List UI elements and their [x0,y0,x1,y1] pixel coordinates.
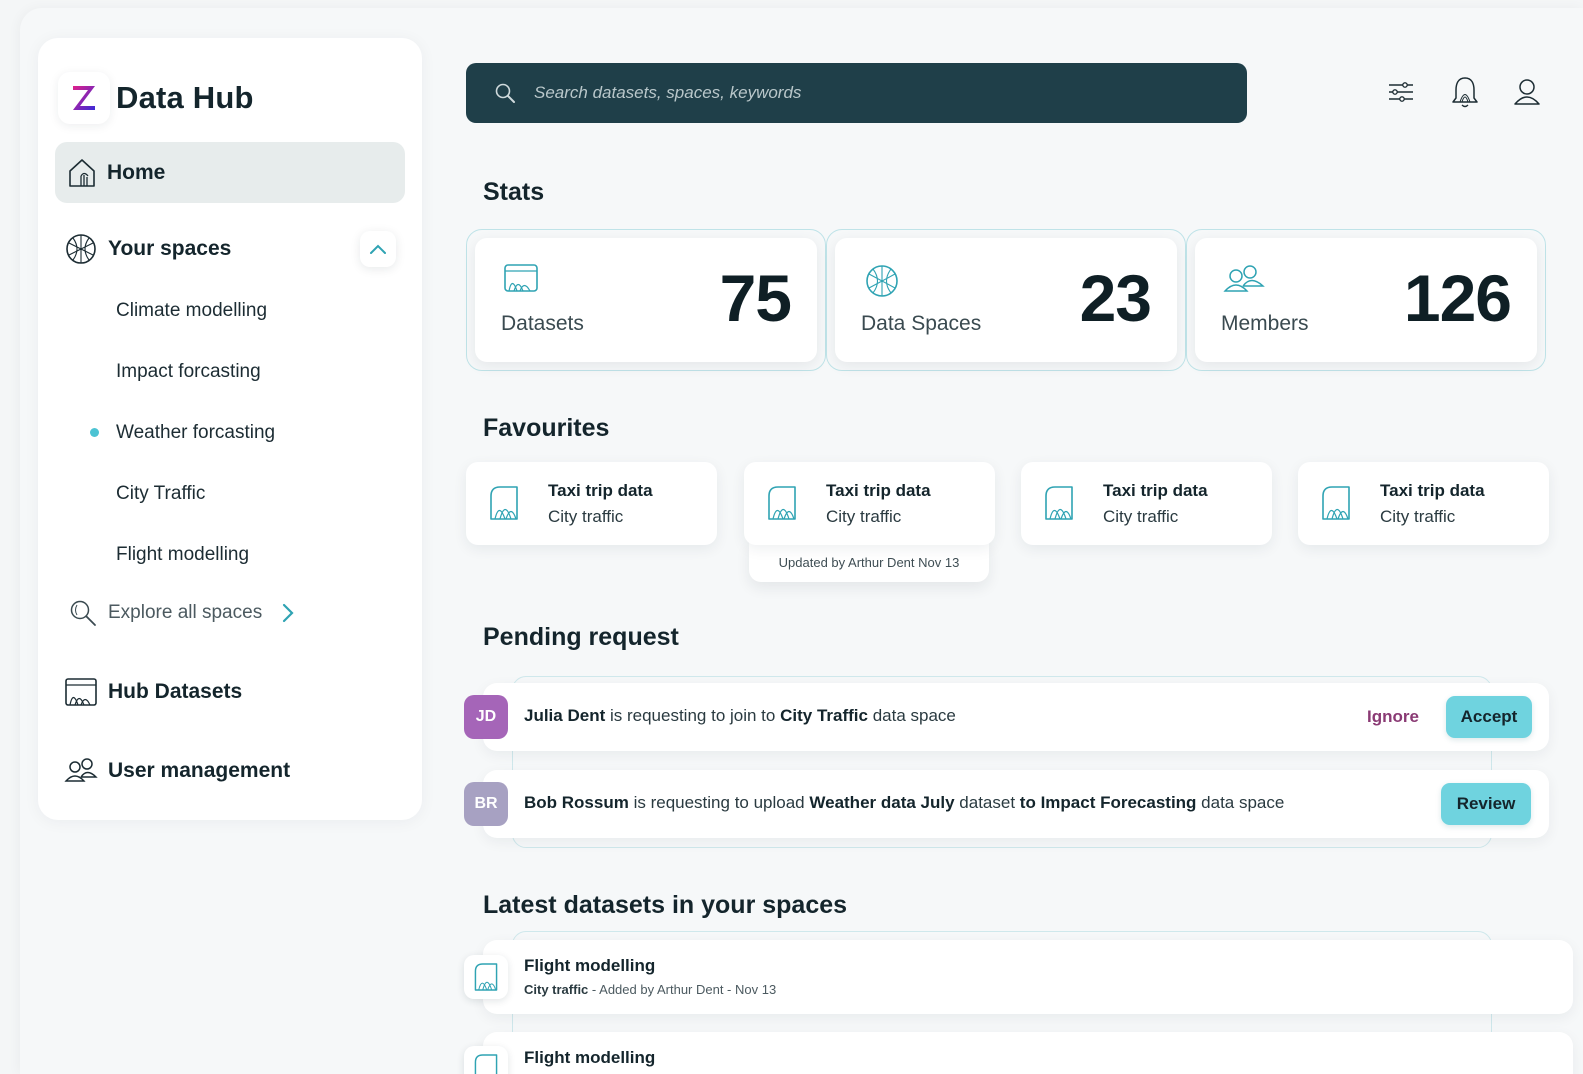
filters-button[interactable] [1384,74,1418,110]
explore-label: Explore all spaces [108,602,263,623]
sidebar-item-label: Your spaces [108,237,232,260]
sidebar-item-hub-datasets[interactable]: Hub Datasets [64,676,242,708]
stat-card: Members 126 [1195,238,1537,362]
dataset-title: Flight modelling [524,956,656,975]
brand: Data Hub [58,68,254,128]
favourite-card[interactable]: Taxi trip data City traffic [1021,462,1272,545]
app-title: Data Hub [116,80,254,115]
chevron-right-icon [283,603,294,623]
users-icon [1223,265,1265,292]
sidebar-space-climate[interactable]: Climate modelling [116,300,267,322]
search-input[interactable] [534,83,1184,103]
home-icon [69,158,95,187]
stats-heading: Stats [483,178,545,206]
search-icon [495,83,515,103]
datasets-icon [65,678,97,706]
z-logo-icon [73,86,95,110]
favourite-card[interactable]: Taxi trip data City traffic [744,462,995,545]
dataset-meta: City traffic - Added by Arthur Dent - No… [524,982,777,997]
search-icon [70,600,96,626]
globe-network-icon [66,234,96,264]
dataset-icon [768,486,796,520]
sidebar-space-flight[interactable]: Flight modelling [116,544,249,566]
sidebar-item-label: Hub Datasets [108,680,243,703]
collapse-spaces-button[interactable] [360,231,396,267]
favourite-title: Taxi trip data [826,481,931,500]
stat-card: Data Spaces 23 [835,238,1177,362]
dataset-row[interactable]: Flight modelling City traffic - Added by… [483,940,1573,1014]
active-indicator [90,428,99,437]
sidebar: Data Hub Home Your spaces Climate modell… [38,38,422,820]
request-text: Julia Dent is requesting to join to City… [524,706,956,725]
stat-data-spaces[interactable]: Data Spaces 23 [826,229,1186,371]
sidebar-space-weather[interactable]: Weather forcasting [116,422,275,444]
logo [58,72,110,124]
favourite-card[interactable]: Taxi trip data City traffic [1298,462,1549,545]
stat-label: Members [1221,312,1309,335]
datasets-icon [504,264,538,292]
search-bar[interactable] [466,63,1247,123]
stat-value: 126 [1403,261,1512,335]
sliders-icon [1389,82,1413,102]
stat-members[interactable]: Members 126 [1186,229,1546,371]
dataset-icon-box [464,955,508,999]
stat-value: 23 [1079,261,1152,335]
dataset-row[interactable]: Flight modelling [483,1032,1573,1074]
favourite-subtitle: City traffic [1103,507,1179,526]
dataset-title: Flight modelling [524,1048,656,1067]
avatar: JD [464,695,508,739]
favourite-tooltip: Updated by Arthur Dent Nov 13 [749,542,989,582]
bell-icon [1452,77,1478,108]
sidebar-item-label: Home [107,160,166,184]
favourite-title: Taxi trip data [1380,481,1485,500]
favourite-card[interactable]: Taxi trip data City traffic [466,462,717,545]
dataset-icon [474,963,498,991]
stat-label: Data Spaces [861,312,982,335]
favourite-subtitle: City traffic [548,507,624,526]
stat-label: Datasets [501,312,584,335]
favourite-subtitle: City traffic [1380,507,1456,526]
user-icon [1514,79,1540,105]
request-row-julia: Julia Dent is requesting to join to City… [483,683,1549,751]
request-row-bob: Bob Rossum is requesting to upload Weath… [483,770,1549,838]
notifications-button[interactable] [1448,74,1482,110]
latest-heading: Latest datasets in your spaces [483,891,848,919]
sidebar-item-user-management[interactable]: User management [64,756,290,786]
dataset-icon [1045,486,1073,520]
sidebar-item-your-spaces[interactable]: Your spaces [64,232,231,266]
stat-datasets[interactable]: Datasets 75 [466,229,826,371]
sidebar-item-label: User management [108,759,291,782]
stat-value: 75 [719,261,792,335]
favourite-title: Taxi trip data [1103,481,1208,500]
dataset-icon [1322,486,1350,520]
dataset-icon [490,486,518,520]
profile-button[interactable] [1510,74,1544,110]
request-text: Bob Rossum is requesting to upload Weath… [524,793,1285,812]
users-icon [64,758,98,782]
dataset-icon-box [464,1046,508,1074]
accept-button[interactable]: Accept [1446,696,1532,738]
dataset-icon [474,1054,498,1074]
favourite-title: Taxi trip data [548,481,653,500]
sidebar-item-home[interactable]: Home [55,142,405,203]
favourites-heading: Favourites [483,414,610,442]
chevron-up-icon [370,244,386,254]
explore-all-spaces-link[interactable]: Explore all spaces [68,598,296,628]
globe-network-icon [866,265,898,297]
sidebar-space-impact[interactable]: Impact forcasting [116,361,261,383]
review-button[interactable]: Review [1441,783,1531,825]
sidebar-space-city-traffic[interactable]: City Traffic [116,483,205,505]
favourite-subtitle: City traffic [826,507,902,526]
ignore-button[interactable]: Ignore [1343,697,1443,737]
avatar: BR [464,782,508,826]
pending-heading: Pending request [483,623,679,651]
stat-card: Datasets 75 [475,238,817,362]
